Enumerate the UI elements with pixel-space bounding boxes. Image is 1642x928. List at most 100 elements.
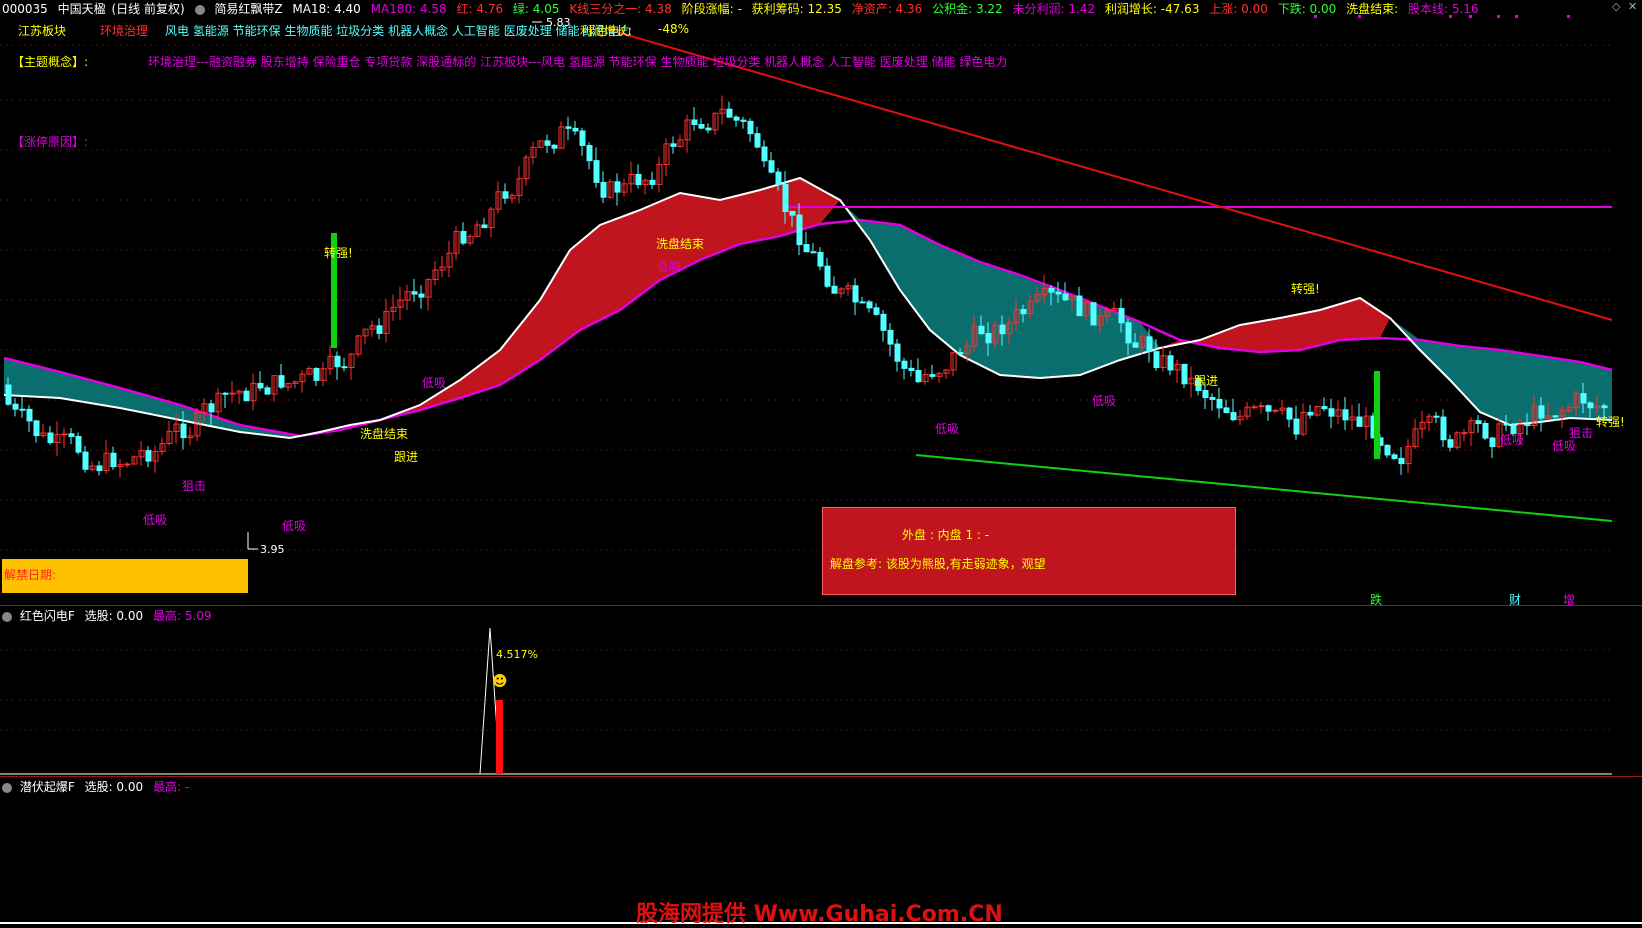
- signal-dixi: 低吸: [143, 513, 168, 527]
- panel-separator: [0, 776, 1642, 777]
- candle-body: [817, 251, 824, 267]
- candle-body: [1580, 393, 1587, 404]
- candle-body: [894, 343, 901, 362]
- candle-body: [1447, 439, 1454, 448]
- candle-body: [873, 307, 880, 315]
- signal-xipan: 洗盘结束: [360, 427, 409, 441]
- grid-lines: [0, 44, 1612, 731]
- candle-body: [1489, 437, 1496, 448]
- candle-body: [12, 403, 19, 410]
- signal-genjin: 跟进: [1194, 374, 1219, 388]
- signal-zuji: 狙击: [182, 479, 207, 493]
- candle-body: [978, 325, 985, 335]
- candle-body: [824, 265, 831, 287]
- candle-body: [1601, 405, 1608, 409]
- signal-dixi: 低吸: [935, 422, 960, 436]
- inner-outer-ratio: 外盘 : 内盘 1 : -: [902, 528, 990, 542]
- candle-body: [1223, 407, 1230, 414]
- panel2-max: 最高: 5.09: [152, 609, 212, 623]
- theme-text: 环境治理---融资融券 股东增持 保险重仓 专项贷款 深股通标的 江苏板块---…: [148, 55, 1008, 69]
- candle-body: [313, 367, 320, 381]
- candle-body: [1321, 406, 1328, 410]
- candle-body: [1356, 416, 1363, 427]
- candle-body: [810, 251, 817, 254]
- candle-body: [1251, 406, 1258, 409]
- candle-body: [96, 465, 103, 472]
- candle-body: [733, 116, 740, 121]
- panel3-menu-icon[interactable]: [2, 782, 12, 793]
- candle-body: [782, 184, 789, 212]
- signal-dixi: 低吸: [282, 519, 307, 533]
- profit-growth-label: 利润增长:: [580, 24, 633, 38]
- panel2-peak-label: 4.517%: [496, 648, 538, 661]
- panel3-header: 潜伏起爆F 选股: 0.00 最高: -: [2, 778, 189, 795]
- panel3-title[interactable]: 潜伏起爆F: [20, 780, 75, 794]
- candle-body: [544, 140, 551, 146]
- candle-body: [47, 432, 54, 444]
- candle-body: [222, 392, 229, 395]
- candle-body: [257, 382, 264, 389]
- candle-body: [1391, 454, 1398, 459]
- candle-body: [866, 301, 873, 309]
- candle-body: [1202, 390, 1209, 399]
- candle-body: [1440, 416, 1447, 441]
- signal-xipan: 洗盘结束: [656, 237, 705, 251]
- candle-body: [334, 355, 341, 368]
- theme-label: 【主题概念】:: [12, 55, 89, 69]
- candle-body: [1398, 457, 1405, 465]
- candle-body: [1538, 405, 1545, 419]
- candle-body: [1433, 415, 1440, 418]
- candle-body: [243, 390, 250, 402]
- candle-body: [999, 324, 1006, 335]
- candle-body: [614, 181, 621, 193]
- candle-body: [124, 463, 131, 466]
- candle-body: [761, 146, 768, 162]
- main-chart[interactable]: [0, 0, 1642, 926]
- candle-body: [1118, 307, 1125, 324]
- candle-body: [1482, 422, 1489, 439]
- advice-text: 解盘参考: 该股为熊股,有走弱迹象，观望: [830, 557, 1046, 571]
- candle-body: [1076, 295, 1083, 317]
- candle-body: [789, 210, 796, 216]
- panel2-menu-icon[interactable]: [2, 611, 12, 622]
- sector-tag: 环境治理: [100, 24, 149, 38]
- high-price-label: 5.83: [546, 16, 571, 29]
- candle-body: [1048, 287, 1055, 293]
- candle-body: [740, 119, 747, 122]
- candle-body: [1132, 342, 1139, 348]
- candle-body: [985, 333, 992, 344]
- candle-body: [754, 133, 761, 148]
- candle-body: [915, 369, 922, 383]
- candle-body: [600, 181, 607, 198]
- panel3-max: 最高: -: [152, 780, 190, 794]
- candle-body: [705, 127, 712, 131]
- candle-body: [565, 126, 572, 129]
- candle-body: [551, 144, 558, 149]
- signal-zhuanqiang: 转强!: [324, 246, 353, 260]
- ribbon-red-area: [340, 178, 1390, 430]
- candle-body: [572, 127, 579, 132]
- candle-body: [698, 123, 705, 129]
- candle-body: [775, 171, 782, 186]
- candle-body: [1524, 424, 1531, 427]
- candle-body: [145, 450, 152, 462]
- candle-body: [1230, 412, 1237, 421]
- candle-body: [1286, 407, 1293, 420]
- candle-body: [1307, 411, 1314, 416]
- candle-body: [1293, 418, 1300, 435]
- candle-body: [929, 374, 936, 377]
- candle-body: [1153, 351, 1160, 368]
- candle-body: [1181, 363, 1188, 385]
- candle-body: [579, 130, 586, 146]
- candle-body: [859, 301, 866, 304]
- candle-body: [726, 108, 733, 118]
- signal-dixi: 低吸: [422, 376, 447, 390]
- candle-body: [1090, 302, 1097, 326]
- low-price-label: 3.95: [260, 543, 285, 556]
- candle-body: [1272, 409, 1279, 412]
- panel2-title[interactable]: 红色闪电F: [20, 609, 75, 623]
- panel2-select: 选股: 0.00: [84, 609, 144, 623]
- candle-body: [1167, 355, 1174, 371]
- panel2-header: 红色闪电F 选股: 0.00 最高: 5.09: [2, 607, 212, 624]
- candle-body: [1342, 409, 1349, 421]
